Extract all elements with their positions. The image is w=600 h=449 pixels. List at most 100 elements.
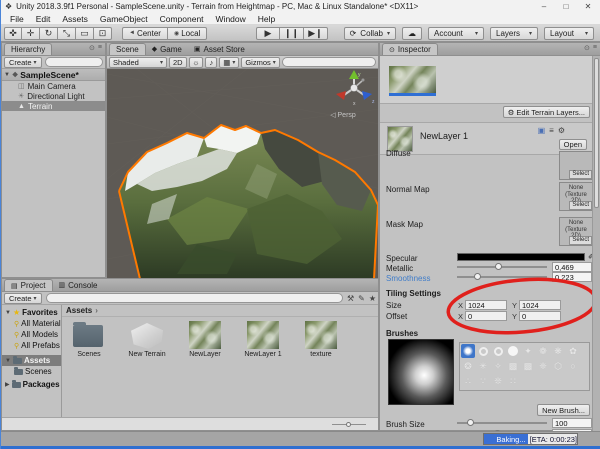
panel-menu-icon[interactable]: ≡ xyxy=(98,44,102,52)
tab-asset-store[interactable]: ▣ Asset Store xyxy=(188,43,251,55)
normal-map-slot[interactable]: None(Texture2D) Select xyxy=(559,182,593,211)
close-button[interactable]: ✕ xyxy=(577,0,599,13)
brush-swatch-5[interactable]: ❁ xyxy=(536,344,550,358)
diffuse-texture-slot[interactable]: Select xyxy=(559,151,593,180)
hierarchy-item-terrain[interactable]: ▲ Terrain xyxy=(2,101,105,111)
brush-swatch-1[interactable] xyxy=(476,344,490,358)
tree-scenes[interactable]: Scenes xyxy=(2,366,61,377)
preset-icon[interactable]: ▣ xyxy=(538,126,546,135)
scene-fx-dropdown[interactable]: ▦ ▾ xyxy=(219,56,240,68)
brush-swatch-0[interactable] xyxy=(461,344,475,358)
menu-file[interactable]: File xyxy=(5,14,29,24)
mask-map-slot[interactable]: None(Texture2D) Select xyxy=(559,217,593,246)
hierarchy-item-main-camera[interactable]: ◫ Main Camera xyxy=(2,81,105,91)
brush-swatch-6[interactable]: ❋ xyxy=(551,344,565,358)
tree-all-models[interactable]: ⚲ All Models xyxy=(2,329,61,340)
brush-swatch-3[interactable] xyxy=(506,344,520,358)
search-by-type-icon[interactable]: ⚒ xyxy=(347,294,354,303)
brush-swatch-4[interactable]: ✦ xyxy=(521,344,535,358)
brush-swatch-13[interactable]: ❈ xyxy=(536,359,550,373)
hand-tool-icon[interactable]: ✜ xyxy=(4,26,22,40)
menu-gameobject[interactable]: GameObject xyxy=(95,14,153,24)
menu-window[interactable]: Window xyxy=(211,14,251,24)
minimize-button[interactable]: – xyxy=(533,0,555,13)
maximize-button[interactable]: □ xyxy=(555,0,577,13)
gizmos-dropdown[interactable]: Gizmos ▾ xyxy=(241,56,280,68)
diffuse-select-button[interactable]: Select xyxy=(569,170,592,179)
rotate-tool-icon[interactable]: ↻ xyxy=(40,26,58,40)
2d-toggle[interactable]: 2D xyxy=(169,56,187,68)
brush-swatch-8[interactable]: ❂ xyxy=(461,359,475,373)
gear-icon[interactable]: ⚙ xyxy=(558,126,565,135)
project-create-button[interactable]: Create ▾ xyxy=(4,292,42,304)
lock-icon[interactable]: ⊙ xyxy=(584,44,590,52)
scene-lighting-toggle[interactable]: ☼ xyxy=(188,56,204,68)
terrain-layer-thumbnail[interactable] xyxy=(389,66,436,96)
new-brush-button[interactable]: New Brush... xyxy=(537,404,590,416)
size-x-field[interactable] xyxy=(465,300,507,310)
brush-swatch-15[interactable]: ○ xyxy=(566,359,580,373)
mask-map-select-button[interactable]: Select xyxy=(569,236,592,245)
brush-swatch-2[interactable] xyxy=(491,344,505,358)
hierarchy-create-button[interactable]: Create ▾ xyxy=(4,56,42,68)
scene-audio-toggle[interactable]: ♪ xyxy=(205,56,218,68)
smoothness-value-field[interactable] xyxy=(552,272,592,282)
tab-console[interactable]: ▥ Console xyxy=(53,279,104,291)
foldout-icon[interactable]: ▼ xyxy=(4,72,10,78)
layers-dropdown[interactable]: Layers ▾ xyxy=(490,27,538,40)
metallic-value-field[interactable] xyxy=(552,262,592,272)
sliders-icon[interactable]: ≡ xyxy=(549,126,554,135)
brush-size-slider[interactable] xyxy=(457,419,547,427)
metallic-slider[interactable] xyxy=(457,263,547,271)
tab-scene[interactable]: Scene xyxy=(109,43,146,55)
favorites-star-icon[interactable]: ★ xyxy=(369,294,376,303)
tree-all-materials[interactable]: ⚲ All Materials xyxy=(2,318,61,329)
icon-size-slider[interactable] xyxy=(332,422,366,427)
collab-dropdown[interactable]: ⟳ Collab ▾ xyxy=(343,27,396,40)
brush-swatch-18[interactable]: ❊ xyxy=(491,374,505,388)
brush-swatch-10[interactable]: ✧ xyxy=(491,359,505,373)
tab-game[interactable]: ◆ Game xyxy=(146,43,188,55)
menu-help[interactable]: Help xyxy=(253,14,280,24)
menu-assets[interactable]: Assets xyxy=(57,14,93,24)
tab-inspector[interactable]: ⊙ Inspector xyxy=(382,43,438,55)
smoothness-slider[interactable] xyxy=(457,273,547,281)
step-button[interactable]: ▶❙ xyxy=(304,27,328,40)
menu-component[interactable]: Component xyxy=(155,14,209,24)
brush-swatch-11[interactable]: ▩ xyxy=(506,359,520,373)
brush-swatch-14[interactable]: ⬡ xyxy=(551,359,565,373)
tree-packages[interactable]: ▶ Packages xyxy=(2,379,61,390)
tree-assets[interactable]: ▼ Assets xyxy=(2,355,61,366)
account-dropdown[interactable]: Account ▾ xyxy=(428,27,484,40)
hierarchy-item-directional-light[interactable]: ☀ Directional Light xyxy=(2,91,105,101)
normal-map-select-button[interactable]: Select xyxy=(569,201,592,210)
cloud-button[interactable]: ☁ xyxy=(402,27,422,40)
brush-size-value-field[interactable] xyxy=(552,418,592,428)
move-tool-icon[interactable]: ✛ xyxy=(22,26,40,40)
pivot-local-button[interactable]: ◉ Local xyxy=(167,26,208,40)
brush-swatch-9[interactable]: ✳ xyxy=(476,359,490,373)
tab-hierarchy[interactable]: Hierarchy xyxy=(4,43,53,55)
pause-button[interactable]: ❙❙ xyxy=(280,27,304,40)
tab-project[interactable]: ▤ Project xyxy=(4,279,53,291)
edit-terrain-layers-button[interactable]: ⚙ Edit Terrain Layers... xyxy=(502,106,590,118)
asset-scenes[interactable]: Scenes xyxy=(64,321,114,358)
search-by-label-icon[interactable]: ✎ xyxy=(358,294,365,303)
tree-all-prefabs[interactable]: ⚲ All Prefabs xyxy=(2,340,61,351)
menu-edit[interactable]: Edit xyxy=(31,14,56,24)
rect-tool-icon[interactable]: ▭ xyxy=(76,26,94,40)
project-search-input[interactable] xyxy=(45,293,343,303)
brush-swatch-16[interactable]: ∴ xyxy=(461,374,475,388)
specular-color-field[interactable] xyxy=(457,253,585,261)
brush-swatch-17[interactable]: ∵ xyxy=(476,374,490,388)
size-y-field[interactable] xyxy=(519,300,561,310)
pin-icon[interactable]: ⊙ xyxy=(89,44,95,52)
scene-viewport[interactable]: x y z ◁ Persp xyxy=(107,69,378,278)
offset-x-field[interactable] xyxy=(465,311,507,321)
open-button[interactable]: Open xyxy=(558,139,587,150)
asset-new-terrain[interactable]: New Terrain xyxy=(122,321,172,358)
scene-search-input[interactable] xyxy=(281,57,376,67)
play-button[interactable]: ▶ xyxy=(256,27,280,40)
offset-y-field[interactable] xyxy=(519,311,561,321)
transform-tool-icon[interactable]: ⊡ xyxy=(94,26,112,40)
